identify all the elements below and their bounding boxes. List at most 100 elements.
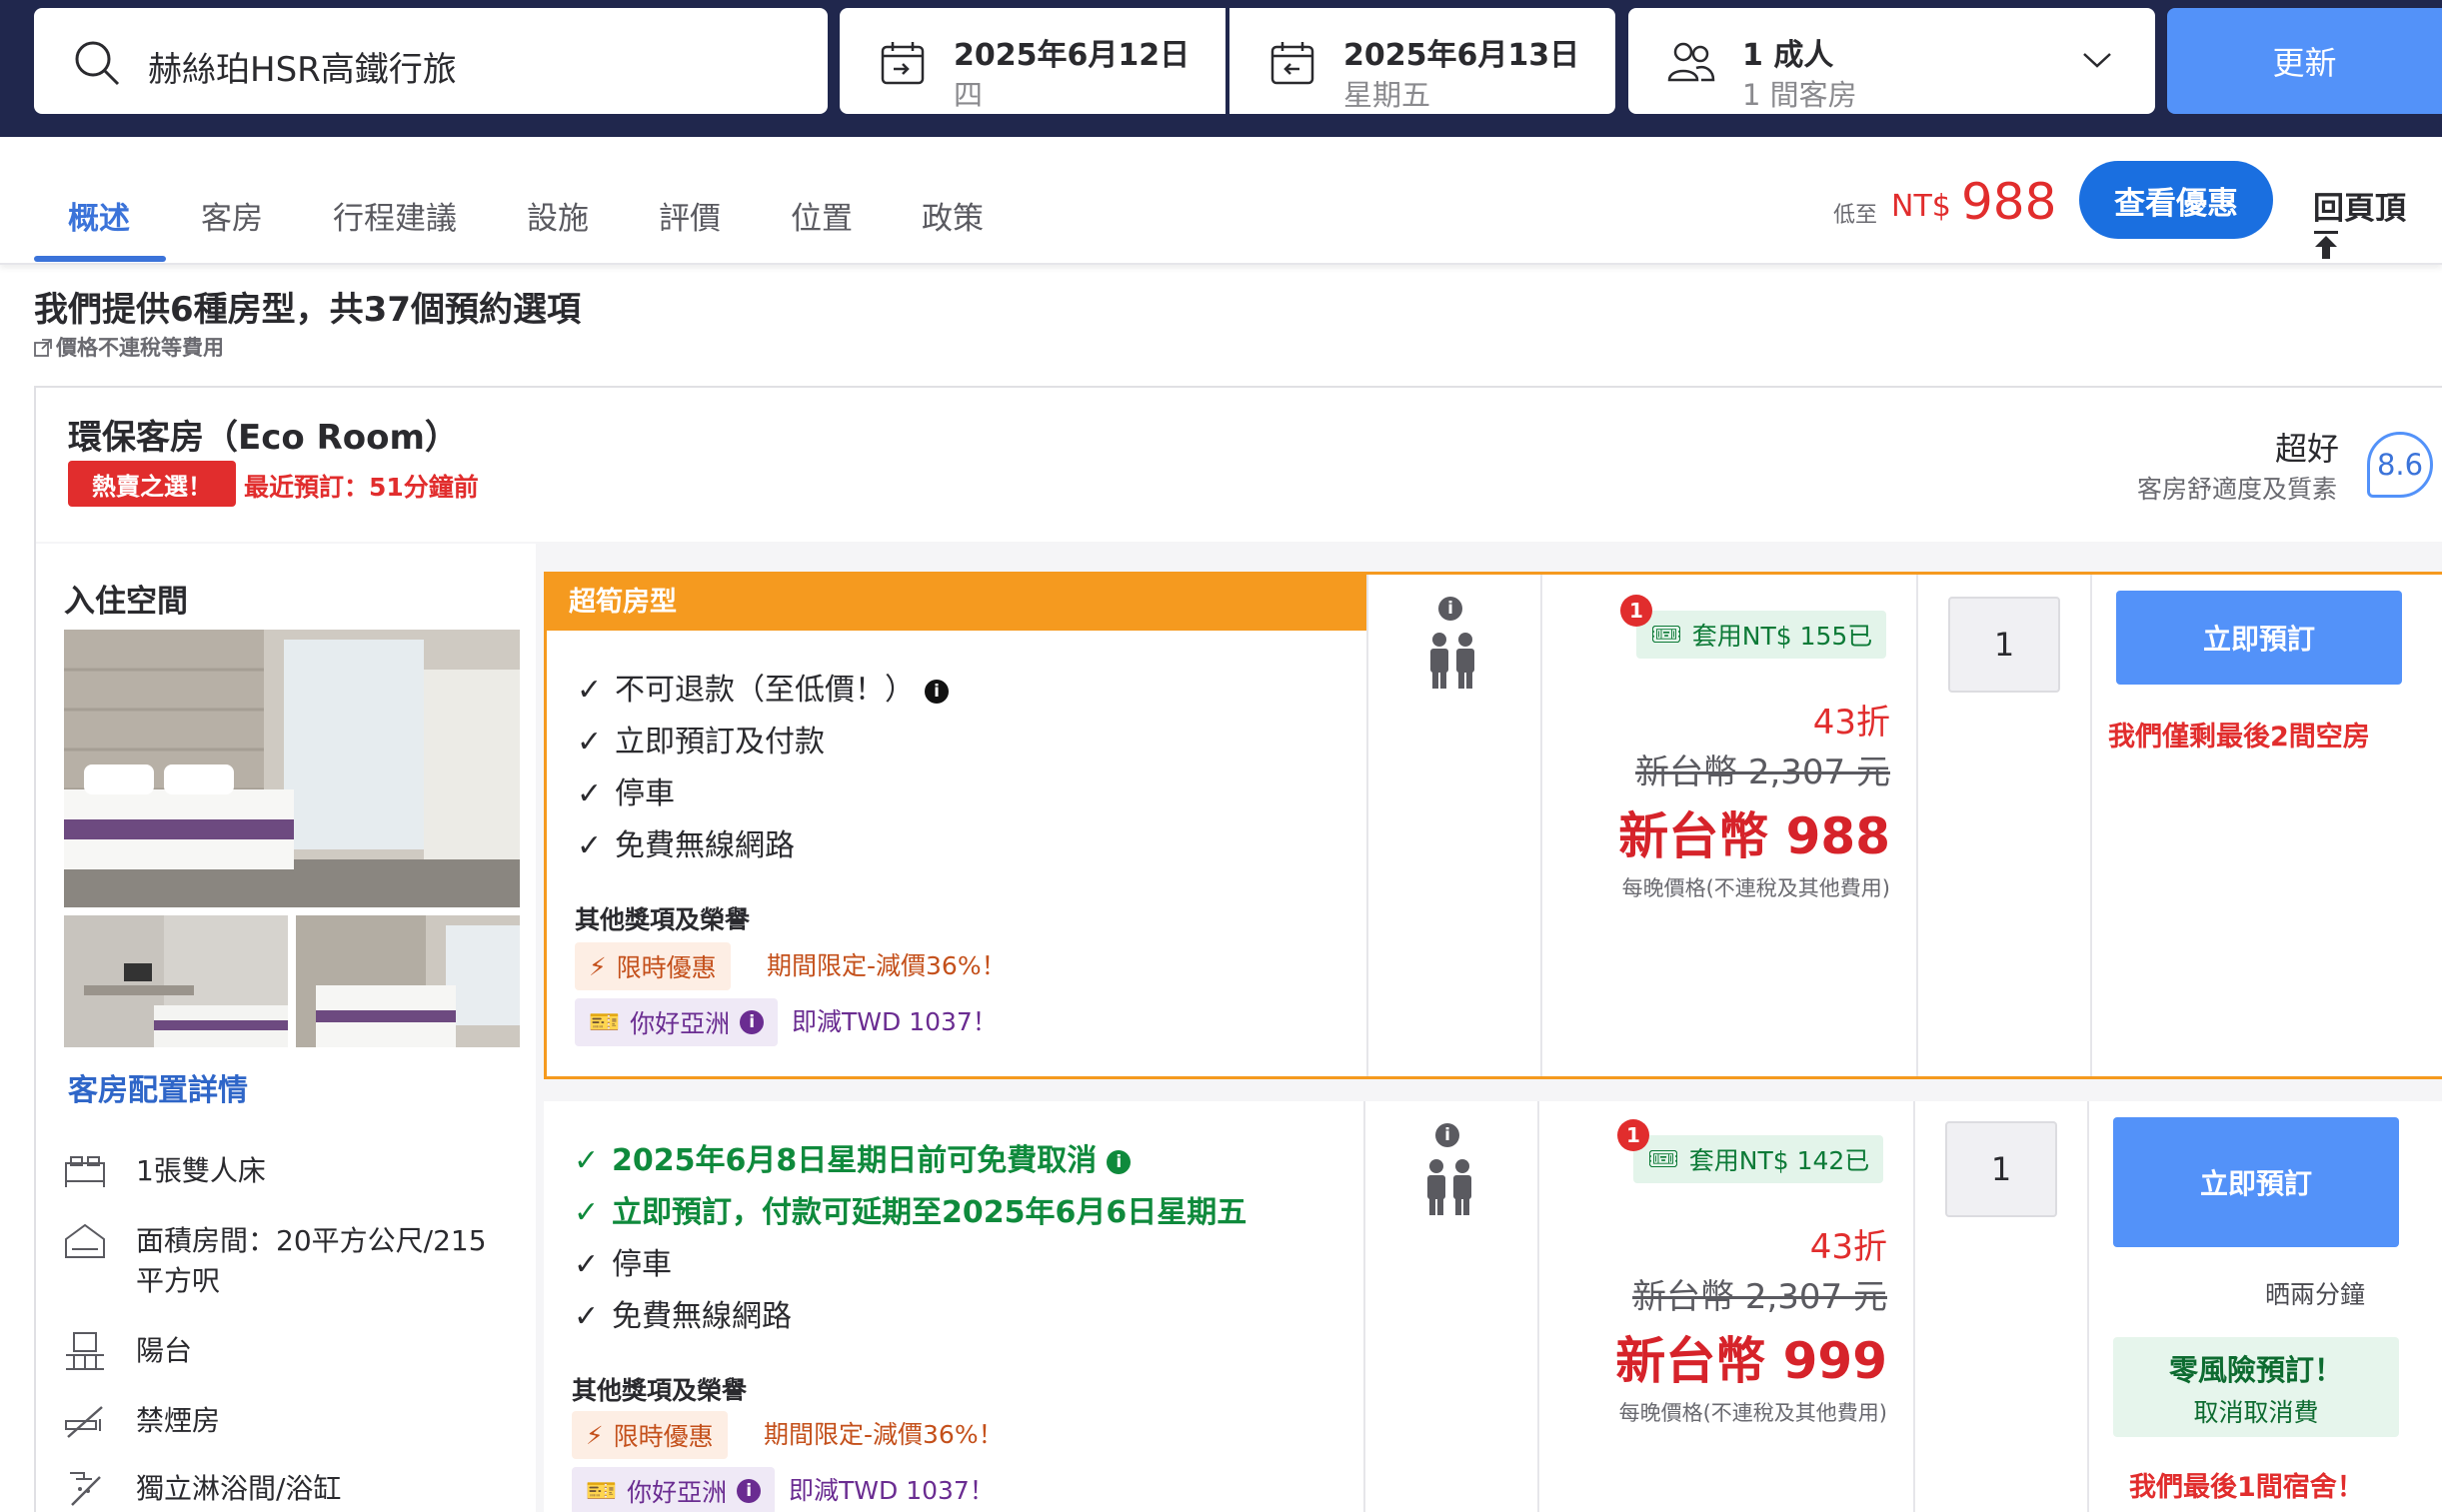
destination-text: 赫絲珀HSR高鐵行旅 <box>148 50 457 90</box>
occupancy-label: 入住空間 <box>64 584 188 620</box>
check-icon: ✓ <box>577 828 603 863</box>
adults-count: 1 成人 <box>1742 38 1834 73</box>
room-photo-thumb-1-image <box>64 915 288 1047</box>
info-icon[interactable]: i <box>740 1010 765 1034</box>
tab-itinerary[interactable]: 行程建議 <box>333 193 457 238</box>
offer-2-benefit-parking-text: 停車 <box>612 1247 672 1282</box>
tab-facilities[interactable]: 設施 <box>527 193 589 238</box>
offer-1-capacity: i <box>1368 575 1540 1076</box>
info-icon[interactable]: i <box>737 1479 762 1503</box>
offer-1-coupon-text: 套用NT$ 155已 <box>1691 622 1873 651</box>
offer-2-free-cancel: ✓ 2025年6月8日星期日前可免費取消 i <box>574 1141 1132 1181</box>
tab-overview[interactable]: 概述 <box>68 193 130 238</box>
offer-2-benefit-wifi: ✓ 免費無線網路 <box>574 1297 792 1337</box>
room-photo-thumb-1[interactable] <box>64 915 288 1047</box>
offer-2-promo-asia-label: 你好亞洲 <box>627 1478 728 1507</box>
checkout-field[interactable]: 2025年6月13日 星期五 <box>1229 8 1615 114</box>
check-icon: ✓ <box>574 1143 600 1178</box>
offer-2-promo-limited: ⚡ 限時優惠 <box>572 1411 728 1459</box>
offer-2-promo-asia-desc: 即減TWD 1037！ <box>789 1476 995 1505</box>
offer-2-capacity: i <box>1365 1101 1537 1512</box>
search-bar: 赫絲珀HSR高鐵行旅 2025年6月12日 四 2025年6月13日 星期五 1… <box>0 0 2442 137</box>
room-types-summary: 我們提供6種房型，共37個預約選項 <box>34 290 581 330</box>
tab-reviews[interactable]: 評價 <box>659 193 721 238</box>
occupancy-field[interactable]: 1 成人 1 間客房 <box>1628 8 2155 114</box>
review-score: 8.6 <box>2367 432 2433 498</box>
room-photo-thumb-2[interactable] <box>296 915 520 1047</box>
two-persons-icon <box>1427 1159 1471 1215</box>
tab-policy[interactable]: 政策 <box>922 193 984 238</box>
feature-balcony: 陽台 <box>136 1334 193 1367</box>
offer-1-coupon-badge: 1 <box>1620 595 1652 627</box>
rating-word: 超好 <box>2275 430 2340 468</box>
offer-1-benefit-1: ✓ 不可退款（至低價！） i <box>577 671 949 711</box>
info-icon[interactable]: i <box>1435 1123 1459 1147</box>
room-config-link[interactable]: 客房配置詳情 <box>68 1065 248 1109</box>
offer-2-per-night: 每晚價格(不連稅及其他費用) <box>1618 1401 1887 1425</box>
room-photo-main[interactable] <box>64 630 520 907</box>
offer-2-quantity-cell: 1 <box>1915 1101 2087 1512</box>
price-note-text: 價格不連稅等費用 <box>56 336 224 360</box>
offer-1-promo-asia-desc: 即減TWD 1037！ <box>792 1007 998 1036</box>
shower-icon <box>70 1472 101 1506</box>
view-deals-button[interactable]: 查看優惠 <box>2079 161 2273 239</box>
tab-location[interactable]: 位置 <box>791 193 853 238</box>
offer-1-benefit-2-text: 立即預訂及付款 <box>615 725 825 759</box>
back-to-top-label: 回頁頂 <box>2313 191 2406 227</box>
offer-1-quantity-select[interactable]: 1 <box>1948 597 2060 693</box>
offer-1-other-title: 其他獎項及榮譽 <box>575 905 751 934</box>
offer-1-price: 新台幣 988 <box>1618 807 1890 865</box>
lowest-label: 低至 <box>1833 203 1878 228</box>
offer-2-pay-later: ✓ 立即預訂，付款可延期至2025年6月6日星期五 <box>574 1193 1246 1233</box>
offer-2-book-button[interactable]: 立即預訂 <box>2113 1117 2399 1247</box>
room-card: 環保客房（Eco Room） 熱賣之選！ 最近預訂：51分鐘前 超好 客房舒適度… <box>34 386 2442 1512</box>
lowest-currency: NT$ <box>1891 189 1951 224</box>
info-icon[interactable]: i <box>1438 597 1462 621</box>
offer-2-zero-risk-title: 零風險預訂！ <box>2168 1353 2343 1387</box>
offer-2-pay-later-text: 立即預訂，付款可延期至2025年6月6日星期五 <box>612 1195 1247 1230</box>
feature-area-sqft: 平方呎 <box>136 1264 221 1297</box>
checkout-weekday: 星期五 <box>1343 78 1431 112</box>
checkin-calendar-icon <box>881 42 925 85</box>
area-icon <box>65 1223 105 1258</box>
tab-rooms[interactable]: 客房 <box>201 193 263 238</box>
rooms-count: 1 間客房 <box>1742 78 1857 112</box>
offer-2-original-price: 新台幣 2,307 元 <box>1632 1277 1887 1317</box>
room-photo-thumb-2-image <box>296 915 520 1047</box>
offer-1-discount: 43折 <box>1812 703 1890 743</box>
offer-2-promo-asia: 🎫 你好亞洲 i <box>572 1467 776 1512</box>
destination-field[interactable]: 赫絲珀HSR高鐵行旅 <box>34 8 828 114</box>
offer-1-price-cell: 🎟 套用NT$ 155已 1 43折 新台幣 2,307 元 新台幣 988 每晚… <box>1542 575 1916 1076</box>
offer-2-book-cell: 立即預訂 晒兩分鐘 零風險預訂！ 取消取消費 我們最後1間宿舍！ <box>2089 1101 2442 1512</box>
offer-2-price-cell: 🎟 套用NT$ 142已 1 43折 新台幣 2,307 元 新台幣 999 每晚… <box>1539 1101 1913 1512</box>
offer-1-book-button[interactable]: 立即預訂 <box>2116 591 2402 685</box>
offer-2-booking-time: 晒兩分鐘 <box>2265 1280 2366 1309</box>
bed-icon <box>65 1156 105 1187</box>
coupon-icon: 🎟 <box>1647 1144 1679 1173</box>
info-icon[interactable]: i <box>1107 1149 1132 1174</box>
price-note: 價格不連稅等費用 <box>34 332 224 362</box>
feature-shower: 獨立淋浴間/浴缸 <box>136 1472 342 1505</box>
offer-1-rooms-left: 我們僅剩最後2間空房 <box>2108 722 2370 753</box>
offer-2-quantity-select[interactable]: 1 <box>1945 1121 2057 1217</box>
feature-non-smoking: 禁煙房 <box>136 1404 221 1437</box>
offer-1-coupon[interactable]: 🎟 套用NT$ 155已 <box>1636 611 1887 659</box>
external-link-icon <box>34 339 52 357</box>
info-icon[interactable]: i <box>925 679 949 704</box>
recent-booking: 最近預訂：51分鐘前 <box>244 473 479 502</box>
arrow-up-icon <box>2314 231 2338 259</box>
offer-1-promo-limited: ⚡ 限時優惠 <box>575 942 731 990</box>
check-icon: ✓ <box>577 776 603 811</box>
no-smoking-icon <box>65 1406 103 1438</box>
checkin-field[interactable]: 2025年6月12日 四 <box>840 8 1225 114</box>
update-button[interactable]: 更新 <box>2167 8 2442 114</box>
offer-1-original-price: 新台幣 2,307 元 <box>1635 753 1890 792</box>
checkout-date: 2025年6月13日 <box>1343 38 1580 73</box>
offer-2-promo-limited-desc: 期間限定-減價36%！ <box>764 1420 1004 1449</box>
back-to-top-link[interactable]: 回頁頂 <box>2313 183 2442 264</box>
offer-1-benefit-1-text: 不可退款（至低價！） <box>615 673 915 708</box>
hot-badge: 熱賣之選！ <box>68 461 236 507</box>
offer-2-coupon[interactable]: 🎟 套用NT$ 142已 <box>1633 1135 1884 1183</box>
feature-area: 面積房間：20平方公尺/215 <box>136 1224 487 1257</box>
offer-1-benefit-4-text: 免費無線網路 <box>615 828 795 863</box>
